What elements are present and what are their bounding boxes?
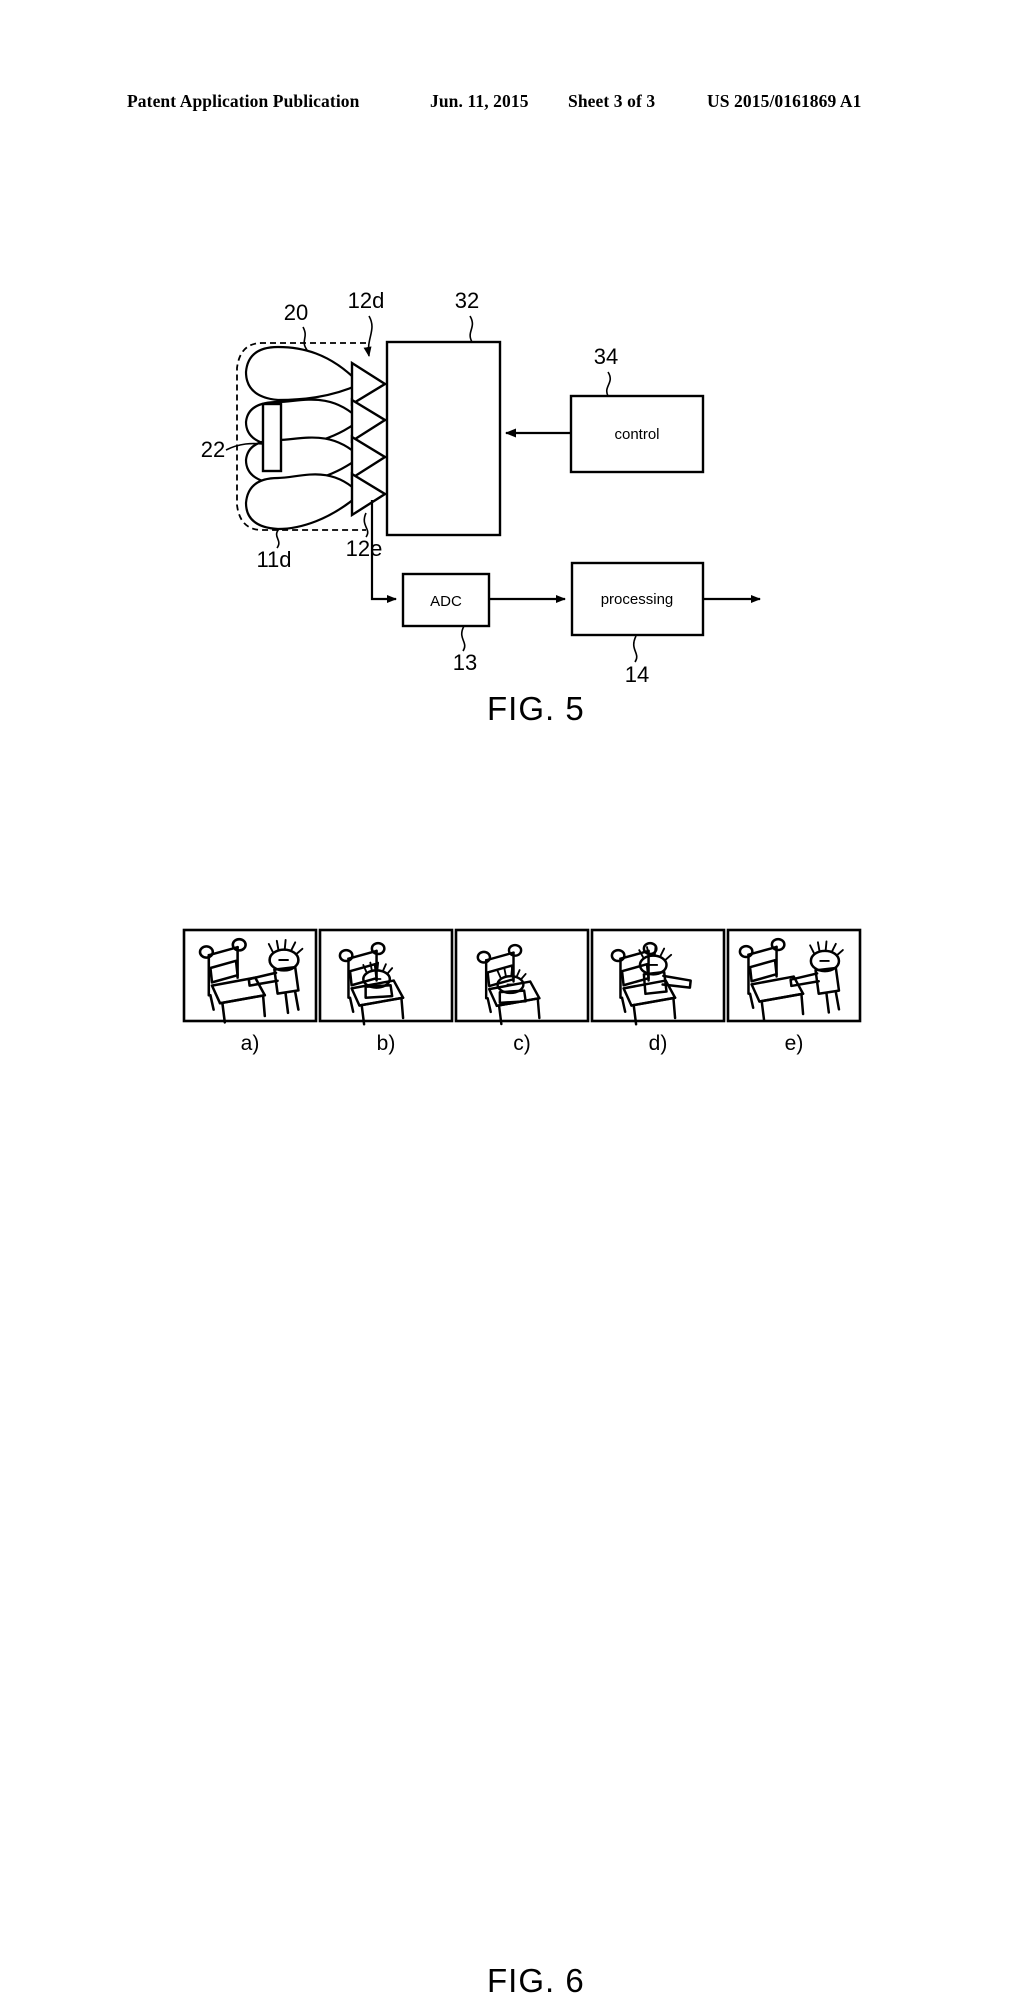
- ref-leader-14: [632, 635, 638, 663]
- ref-leader-12e: [363, 512, 369, 538]
- block-processing-label: processing: [601, 591, 674, 608]
- panel-d-frame: [590, 928, 726, 1023]
- panel-a-label: a): [241, 1032, 260, 1055]
- amplifier-4: [350, 471, 388, 518]
- figure-6-panel-e: e): [726, 928, 862, 1055]
- ref-leader-11d: [275, 528, 280, 549]
- panel-d-label: d): [649, 1032, 668, 1055]
- figure-5: control ADC processing 20 12d 32 34 22 1…: [0, 0, 1024, 760]
- figure-6-caption: FIG. 6: [487, 1962, 585, 1999]
- panel-b-label: b): [377, 1032, 396, 1055]
- radiation-lobe-4: [244, 473, 362, 531]
- ref-label-11d: 11d: [256, 547, 291, 572]
- ref-label-22: 22: [201, 437, 225, 462]
- antenna-element-22: [261, 402, 283, 473]
- amplifier-group: [350, 360, 388, 518]
- ref-label-32: 32: [455, 288, 479, 313]
- ref-label-20: 20: [284, 300, 308, 325]
- ref-leader-20: [302, 326, 308, 351]
- ref-label-13: 13: [453, 650, 477, 675]
- figure-6-drawing: a) b) c) d) e): [182, 928, 862, 1055]
- ref-leader-32: [469, 315, 474, 343]
- amplifier-3: [350, 434, 388, 481]
- figure-6-panel-c: c): [454, 928, 590, 1055]
- ref-label-12d: 12d: [348, 288, 385, 313]
- figure-5-drawing: control ADC processing 20 12d 32 34 22 1…: [201, 288, 761, 687]
- figure-6: a) b) c) d) e) FIG. 6: [0, 900, 1024, 1999]
- panel-c-label: c): [513, 1032, 531, 1055]
- panel-e-label: e): [785, 1032, 804, 1055]
- figure-6-panel-a: a): [182, 928, 318, 1055]
- ref-label-34: 34: [594, 344, 618, 369]
- amplifier-2: [350, 397, 388, 444]
- figure-6-panel-b: b): [318, 928, 454, 1055]
- block-control-label: control: [614, 426, 659, 443]
- figure-6-panel-d: d): [590, 928, 726, 1055]
- amplifier-1: [350, 360, 388, 407]
- block-adc-label: ADC: [430, 593, 462, 610]
- block-32-beamformer: [385, 340, 502, 537]
- radiation-lobe-1: [244, 345, 362, 402]
- ref-label-12e: 12e: [346, 536, 383, 561]
- ref-leader-34: [606, 371, 612, 397]
- ref-leader-13: [460, 625, 466, 652]
- figure-5-caption: FIG. 5: [487, 690, 585, 727]
- ref-label-14: 14: [625, 662, 649, 687]
- ref-leader-12d: [363, 315, 373, 357]
- panel-b-frame: [318, 928, 454, 1023]
- panel-c-frame: [454, 928, 590, 1023]
